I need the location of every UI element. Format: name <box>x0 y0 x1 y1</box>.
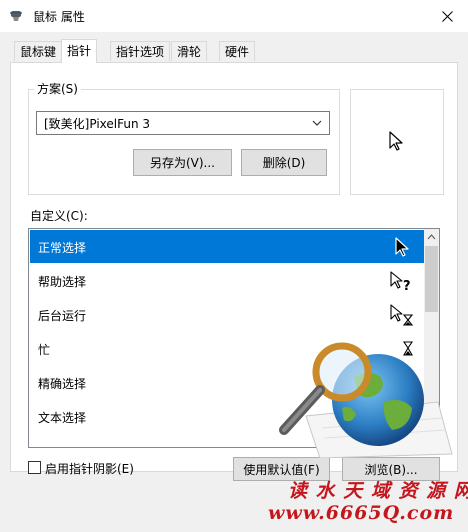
mouse-icon <box>10 11 22 21</box>
list-item-label: 正常选择 <box>38 241 87 255</box>
list-item-label: 后台运行 <box>38 309 87 323</box>
scrollbar-thumb[interactable] <box>425 246 438 312</box>
scheme-group <box>28 89 340 195</box>
delete-button[interactable]: 删除(D) <box>241 149 327 176</box>
tab-pointers[interactable]: 指针 <box>61 39 98 63</box>
window-title: 鼠标 属性 <box>33 10 85 24</box>
arrow-cursor-icon <box>395 237 409 257</box>
list-item-label: 忙 <box>38 343 51 357</box>
close-icon <box>441 10 453 22</box>
list-item-label: 帮助选择 <box>38 275 87 289</box>
scheme-legend: 方案(S) <box>34 80 81 97</box>
watermark-title: 读 水 天 域 资 源 网 <box>288 480 468 502</box>
list-item-label: 文本选择 <box>38 411 87 425</box>
arrow-cursor-icon <box>389 131 403 151</box>
svg-text:?: ? <box>403 279 411 292</box>
working-cursor-icon <box>390 304 414 326</box>
close-button[interactable] <box>426 0 468 32</box>
tab-buttons[interactable]: 鼠标键 <box>14 41 63 61</box>
list-item[interactable]: 帮助选择 ? <box>30 264 425 297</box>
shadow-checkbox[interactable] <box>28 461 41 474</box>
watermark-url: www.6665Q.com <box>268 502 455 524</box>
save-as-button[interactable]: 另存为(V)... <box>133 149 232 176</box>
tab-pointer-options[interactable]: 指针选项 <box>110 41 171 61</box>
shadow-checkbox-label: 启用指针阴影(E) <box>45 462 134 476</box>
scheme-select-value: [致美化]PixelFun 3 <box>44 117 151 131</box>
list-item[interactable]: 正常选择 <box>30 230 425 263</box>
list-item[interactable]: 后台运行 <box>30 298 425 331</box>
help-cursor-icon: ? <box>390 271 411 292</box>
tab-wheel[interactable]: 滑轮 <box>171 41 208 61</box>
tab-hardware[interactable]: 硬件 <box>219 41 256 61</box>
chevron-up-icon[interactable] <box>424 229 439 246</box>
globe-magnifier-image <box>279 342 453 458</box>
list-item-label: 精确选择 <box>38 377 87 391</box>
chevron-down-icon <box>312 120 322 126</box>
custom-label: 自定义(C): <box>30 209 88 223</box>
